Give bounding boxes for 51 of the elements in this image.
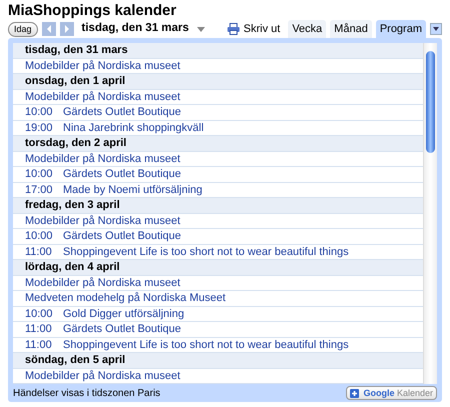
- scrollbar-thumb[interactable]: [426, 51, 435, 153]
- event-link[interactable]: Made by Noemi utförsäljning: [63, 184, 202, 196]
- event-link[interactable]: Nina Jarebrink shoppingkväll: [63, 122, 204, 134]
- event-time: 19:00: [25, 120, 54, 135]
- view-tab[interactable]: Månad: [330, 20, 372, 38]
- plus-icon: [350, 388, 360, 398]
- event-time: 11:00: [25, 244, 53, 259]
- day-header: tisdag, den 31 mars: [13, 43, 423, 58]
- event-link[interactable]: Gärdets Outlet Boutique: [63, 168, 182, 180]
- event-time: 17:00: [25, 182, 54, 197]
- calendar-title: MiaShoppings kalender: [8, 2, 178, 20]
- event-link[interactable]: Gärdets Outlet Boutique: [63, 230, 182, 242]
- event-link[interactable]: Shoppingevent Life is too short not to wear beautiful things: [63, 246, 349, 258]
- event-link[interactable]: Modebilder på Nordiska museet: [25, 214, 180, 226]
- day-header: onsdag, den 1 april: [13, 74, 423, 90]
- day-header: torsdag, den 2 april: [13, 136, 423, 152]
- next-button[interactable]: [60, 22, 74, 36]
- event-link[interactable]: Shoppingevent Life is too short not to wear beautiful things: [63, 338, 349, 350]
- event-link[interactable]: Modebilder på Nordiska museet: [25, 90, 180, 102]
- event-link[interactable]: Gold Digger utförsäljning: [63, 308, 184, 320]
- date-range: tisdag, den 31 mars: [82, 21, 189, 36]
- day-header: lördag, den 4 april: [13, 260, 423, 276]
- caret-icon: [433, 27, 439, 31]
- add-to-calendar-button[interactable]: Google Kalender: [346, 386, 437, 400]
- printer-icon[interactable]: [226, 23, 240, 35]
- event-time: 11:00: [25, 338, 53, 352]
- event-time: 11:00: [25, 322, 53, 336]
- dropdown-button[interactable]: [430, 23, 442, 35]
- left-arrow-icon: [46, 25, 52, 33]
- dropdown-caret-icon[interactable]: [196, 26, 205, 32]
- day-header: fredag, den 3 april: [13, 198, 423, 214]
- event-link[interactable]: Medveten modehelg på Nordiska Museet: [25, 292, 226, 304]
- event-link[interactable]: Modebilder på Nordiska museet: [25, 370, 180, 382]
- right-arrow-icon: [64, 25, 70, 33]
- event-link[interactable]: Modebilder på Nordiska museet: [25, 152, 180, 164]
- today-button[interactable]: Idag: [8, 22, 38, 36]
- event-link[interactable]: Gärdets Outlet Boutique: [63, 106, 182, 118]
- event-link[interactable]: Gärdets Outlet Boutique: [63, 323, 182, 335]
- day-header: söndag, den 5 april: [13, 353, 423, 368]
- timezone-note: Händelser visas i tidszonen Paris: [13, 386, 160, 400]
- event-time: 10:00: [25, 105, 54, 120]
- event-time: 10:00: [25, 167, 54, 182]
- event-time: 10:00: [25, 306, 54, 321]
- print-link[interactable]: Skriv ut: [244, 20, 280, 38]
- previous-button[interactable]: [42, 22, 56, 36]
- scrollbar[interactable]: [423, 43, 437, 384]
- event-time: 10:00: [25, 229, 54, 244]
- event-link[interactable]: Modebilder på Nordiska museet: [25, 60, 180, 72]
- event-link[interactable]: Modebilder på Nordiska museet: [25, 276, 180, 288]
- view-tab[interactable]: Vecka: [288, 20, 326, 38]
- view-tab[interactable]: Program: [376, 20, 426, 38]
